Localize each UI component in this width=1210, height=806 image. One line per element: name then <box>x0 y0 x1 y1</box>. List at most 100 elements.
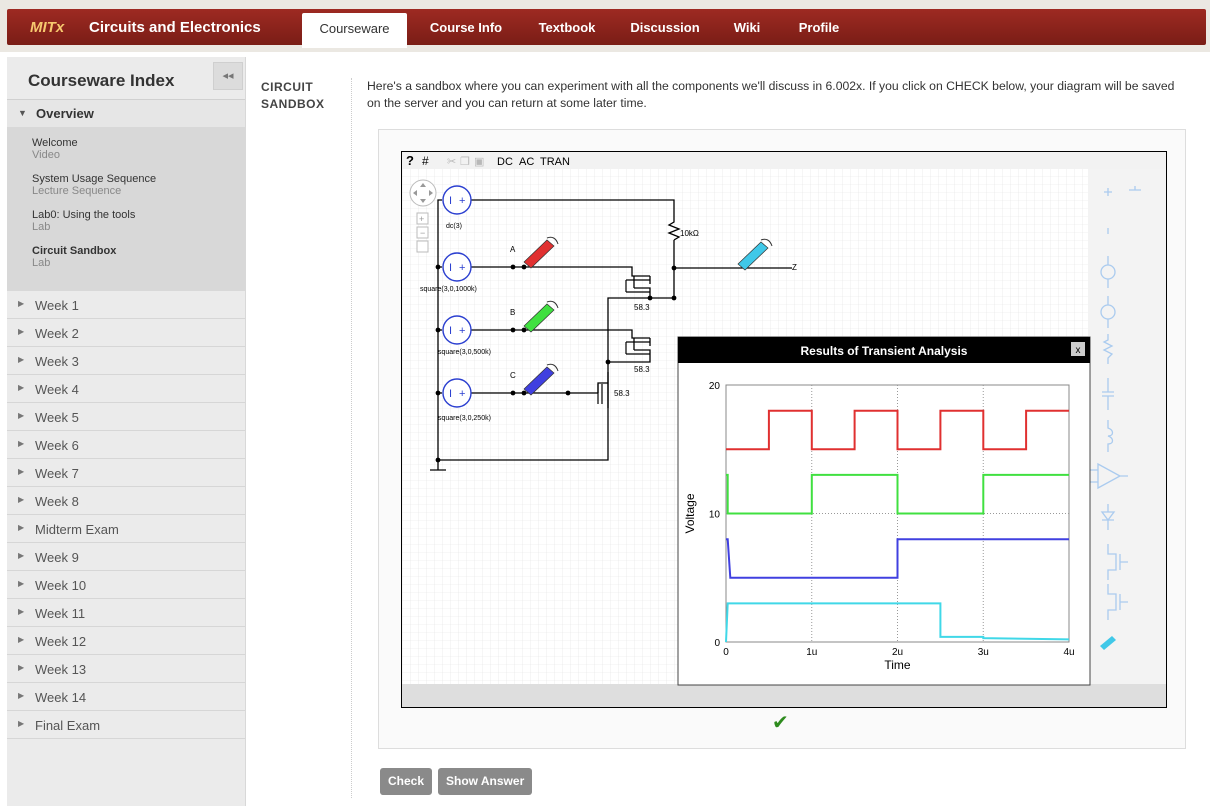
caret-right-icon: ▶ <box>18 383 25 392</box>
node-label-c: C <box>510 371 516 380</box>
mitx-logo[interactable]: MITx <box>30 19 64 36</box>
sidebar-chapter-item[interactable]: ▶ Week 1 <box>7 291 245 319</box>
svg-text:I: I <box>449 195 452 207</box>
tab-discussion[interactable]: Discussion <box>620 9 710 45</box>
editor-status-bar <box>402 684 1166 707</box>
sidebar-chapter-item[interactable]: ▶ Week 11 <box>7 599 245 627</box>
caret-right-icon: ▶ <box>18 579 25 588</box>
course-title[interactable]: Circuits and Electronics <box>89 19 261 36</box>
y-axis-label: Voltage <box>683 493 697 533</box>
plot-window-title: Results of Transient Analysis <box>801 344 968 358</box>
svg-text:I: I <box>449 325 452 337</box>
y-tick-label: 20 <box>709 381 721 392</box>
section-circuit-sandbox[interactable]: Circuit Sandbox Lab <box>32 245 116 269</box>
x-tick-label: 4u <box>1063 647 1074 658</box>
source-label: square(3,0,250k) <box>438 415 491 422</box>
sidebar-chapter-item[interactable]: ▶ Week 14 <box>7 683 245 711</box>
sidebar-chapter-item[interactable]: ▶ Week 8 <box>7 487 245 515</box>
sidebar-chapter-item[interactable]: ▶ Week 7 <box>7 459 245 487</box>
sidebar-chapter-item[interactable]: ▶ Week 10 <box>7 571 245 599</box>
sidebar-chapter-item[interactable]: ▶ Week 12 <box>7 627 245 655</box>
mosfet-label: 58.3 <box>614 389 630 398</box>
chapter-label: Week 4 <box>35 382 79 397</box>
circuit-sandbox-editor[interactable]: ? # ✂ ❐ ▣ DC AC TRAN + − 10kΩ 58.3 58.3 … <box>401 151 1167 708</box>
voltage-source-b <box>442 315 472 345</box>
chapter-label: Midterm Exam <box>35 522 119 537</box>
overview-sections: Welcome Video System Usage Sequence Lectur… <box>7 127 245 291</box>
caret-right-icon: ▶ <box>18 635 25 644</box>
help-icon[interactable]: ? <box>406 153 414 168</box>
dc-analysis-button[interactable]: DC <box>497 156 513 168</box>
tab-profile[interactable]: Profile <box>784 9 854 45</box>
sidebar-chapter-item[interactable]: ▶ Midterm Exam <box>7 515 245 543</box>
caret-right-icon: ▶ <box>18 439 25 448</box>
edit-icons: ✂ ❐ ▣ <box>447 156 484 168</box>
tab-textbook[interactable]: Textbook <box>524 9 610 45</box>
sidebar-chapter-item[interactable]: ▶ Week 2 <box>7 319 245 347</box>
section-lab0[interactable]: Lab0: Using the tools Lab <box>32 209 135 233</box>
chapter-label: Week 5 <box>35 410 79 425</box>
section-title: Welcome <box>32 137 78 149</box>
y-tick-label: 10 <box>709 510 721 521</box>
chapter-label: Week 10 <box>35 578 87 593</box>
section-type: Lab <box>32 257 51 269</box>
tran-analysis-button[interactable]: TRAN <box>540 156 570 168</box>
transient-analysis-window[interactable]: Results of Transient Analysis x 0 1u 2u 3u 4… <box>677 336 1091 686</box>
courseware-index-sidebar: Courseware Index ◂◂ ▼ Overview Welcome Vi… <box>7 57 246 806</box>
caret-down-icon: ▼ <box>18 108 27 118</box>
check-button[interactable]: Check <box>380 768 433 795</box>
sidebar-chapter-item[interactable]: ▶ Week 5 <box>7 403 245 431</box>
sidebar-chapter-item[interactable]: ▶ Week 3 <box>7 347 245 375</box>
section-system-usage[interactable]: System Usage Sequence Lecture Sequence <box>32 173 156 197</box>
tab-courseware[interactable]: Courseware <box>302 13 407 48</box>
pan-control[interactable] <box>409 179 437 207</box>
sidebar-chapter-item[interactable]: ▶ Week 6 <box>7 431 245 459</box>
tab-course-info[interactable]: Course Info <box>418 9 514 45</box>
sidebar-chapter-item[interactable]: ▶ Week 4 <box>7 375 245 403</box>
collapse-sidebar-button[interactable]: ◂◂ <box>213 62 243 90</box>
sidebar-chapter-item[interactable]: ▶ Final Exam <box>7 711 245 739</box>
chapter-label: Week 6 <box>35 438 79 453</box>
voltage-source-dc <box>442 185 472 215</box>
chapter-label: Week 8 <box>35 494 79 509</box>
section-type: Lecture Sequence <box>32 185 122 197</box>
y-tick-label: 0 <box>714 638 720 649</box>
svg-text:#: # <box>422 154 429 168</box>
voltage-source-a <box>442 252 472 282</box>
tab-wiki[interactable]: Wiki <box>720 9 774 45</box>
column-divider <box>351 78 352 798</box>
x-tick-label: 1u <box>806 647 817 658</box>
caret-right-icon: ▶ <box>18 523 25 532</box>
section-title: Lab0: Using the tools <box>32 209 136 221</box>
section-type: Video <box>32 149 60 161</box>
caret-right-icon: ▶ <box>18 411 25 420</box>
grid-icon[interactable]: # <box>422 154 429 168</box>
x-axis-label: Time <box>884 658 911 672</box>
copy-icon: ❐ <box>460 156 470 168</box>
chapter-label: Week 1 <box>35 298 79 313</box>
caret-right-icon: ▶ <box>18 299 25 308</box>
caret-right-icon: ▶ <box>18 495 25 504</box>
caret-right-icon: ▶ <box>18 551 25 560</box>
ac-analysis-button[interactable]: AC <box>519 156 534 168</box>
resistor-value: 10kΩ <box>680 229 699 238</box>
show-answer-button[interactable]: Show Answer <box>438 768 533 795</box>
caret-right-icon: ▶ <box>18 691 25 700</box>
chapter-label: Week 13 <box>35 662 87 677</box>
chapter-label: Week 14 <box>35 690 87 705</box>
chapter-label: Week 2 <box>35 326 79 341</box>
section-welcome[interactable]: Welcome Video <box>32 137 78 161</box>
parts-bin <box>1088 169 1166 684</box>
sidebar-chapter-item[interactable]: ▶ Week 13 <box>7 655 245 683</box>
section-title: Circuit Sandbox <box>32 245 117 257</box>
sidebar-chapter-item[interactable]: ▶ Week 9 <box>7 543 245 571</box>
x-tick-label: 2u <box>892 647 903 658</box>
section-heading: CIRCUIT SANDBOX <box>261 80 325 111</box>
node-label-b: B <box>510 308 515 317</box>
chapter-label: Week 12 <box>35 634 87 649</box>
double-left-icon: ◂◂ <box>222 70 234 82</box>
close-icon: x <box>1076 345 1081 356</box>
chapter-overview[interactable]: ▼ Overview <box>7 99 245 128</box>
svg-text:I: I <box>449 388 452 400</box>
source-label: dc(3) <box>446 223 462 230</box>
